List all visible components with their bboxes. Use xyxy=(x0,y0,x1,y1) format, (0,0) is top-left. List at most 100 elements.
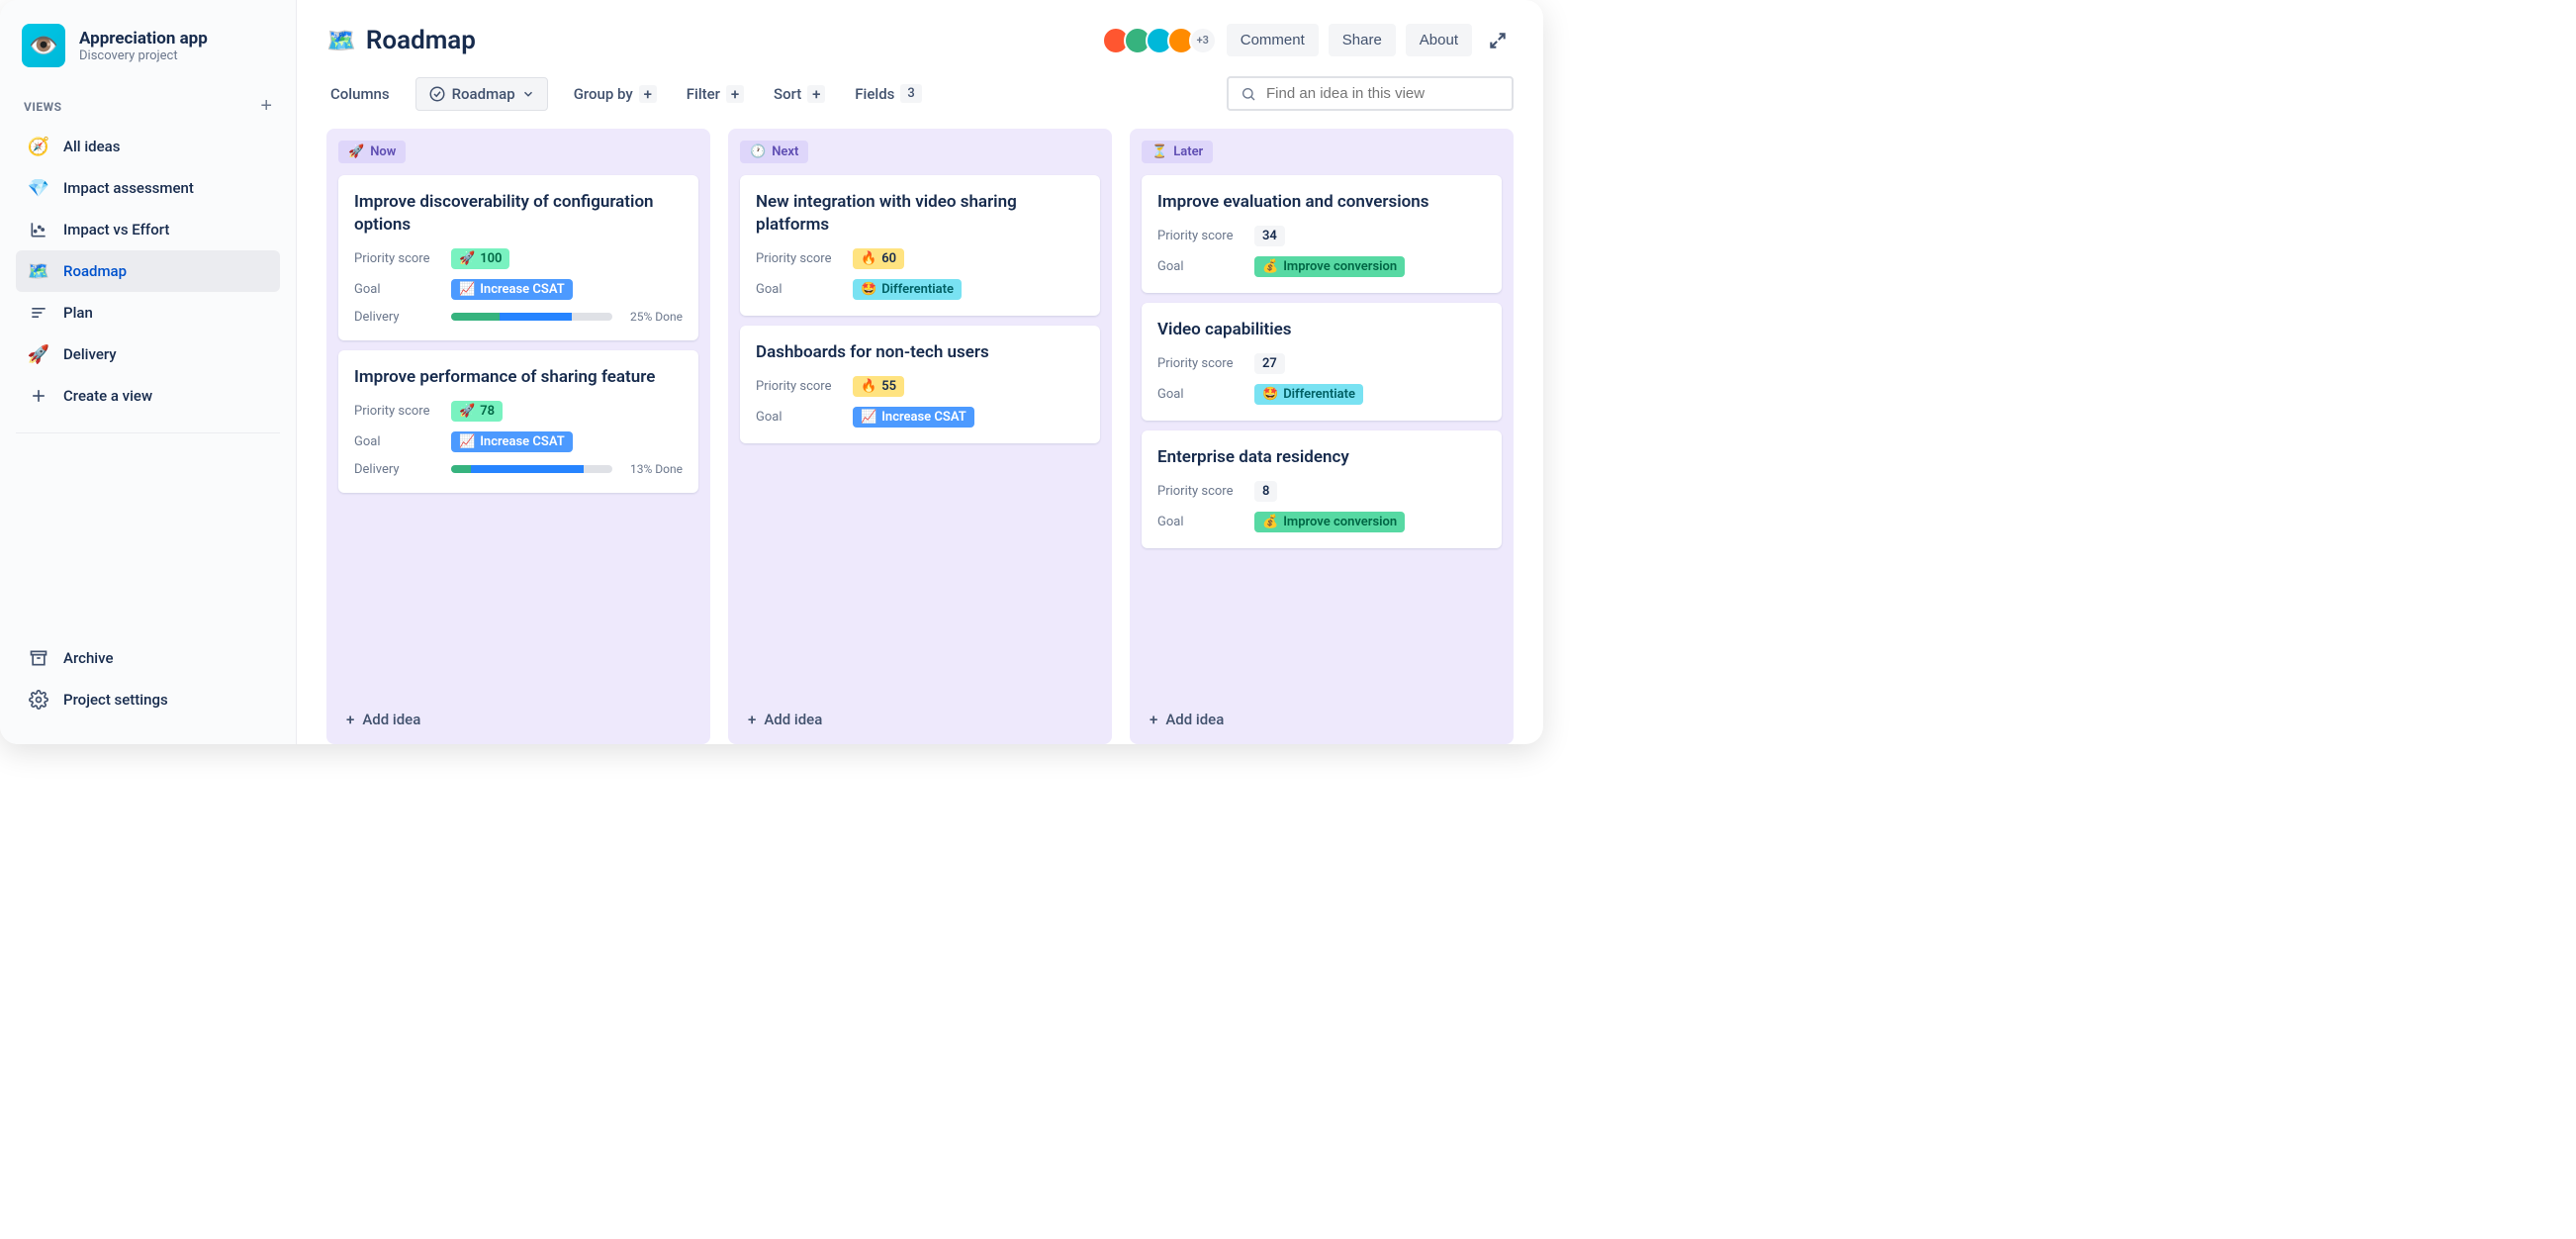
about-button[interactable]: About xyxy=(1406,24,1472,56)
card-title: Enterprise data residency xyxy=(1157,446,1486,469)
priority-value: 55 xyxy=(881,379,896,394)
priority-chip: 27 xyxy=(1254,353,1285,374)
plus-icon: + xyxy=(1150,711,1157,728)
goal-label: Improve conversion xyxy=(1283,259,1397,274)
goal-icon: 🤩 xyxy=(861,282,876,297)
idea-card[interactable]: Improve performance of sharing feature P… xyxy=(338,350,698,493)
sort-button[interactable]: Sort + xyxy=(770,79,829,109)
sidebar-item-label: Project settings xyxy=(63,691,168,709)
add-idea-label: Add idea xyxy=(1165,711,1224,728)
goal-chip: 📈 Increase CSAT xyxy=(853,407,974,428)
goal-chip: 🤩 Differentiate xyxy=(1254,384,1363,405)
plus-icon: + xyxy=(639,85,657,103)
field-label: Delivery xyxy=(354,462,441,477)
delivery-row: Delivery 13% Done xyxy=(354,462,683,477)
column-name: Next xyxy=(772,144,798,159)
field-label: Goal xyxy=(756,282,843,297)
idea-card[interactable]: Improve discoverability of configuration… xyxy=(338,175,698,340)
group-by-button[interactable]: Group by + xyxy=(570,79,661,109)
sidebar-item-create-a-view[interactable]: Create a view xyxy=(16,375,280,417)
sidebar-item-label: Delivery xyxy=(63,345,117,363)
chevron-down-icon xyxy=(521,87,535,101)
priority-value: 34 xyxy=(1262,229,1277,243)
idea-card[interactable]: Enterprise data residency Priority score… xyxy=(1142,430,1502,548)
delivery-row: Delivery 25% Done xyxy=(354,310,683,325)
bottom-nav: Archive Project settings xyxy=(16,637,280,720)
goal-label: Improve conversion xyxy=(1283,515,1397,529)
priority-value: 100 xyxy=(480,251,502,266)
share-button[interactable]: Share xyxy=(1329,24,1396,56)
filter-button[interactable]: Filter + xyxy=(683,79,748,109)
sidebar-item-settings[interactable]: Project settings xyxy=(16,679,280,720)
sidebar-item-impact-vs-effort[interactable]: Impact vs Effort xyxy=(16,209,280,250)
avatar-stack[interactable]: +3 xyxy=(1108,27,1217,54)
sidebar-item-label: Impact vs Effort xyxy=(63,221,169,238)
add-idea-button[interactable]: + Add idea xyxy=(1142,699,1502,732)
gear-icon xyxy=(28,689,49,711)
goal-chip: 📈 Increase CSAT xyxy=(451,431,573,452)
project-icon: 👁️ xyxy=(22,24,65,67)
column-name: Now xyxy=(370,144,396,159)
sidebar-item-all-ideas[interactable]: 🧭All ideas xyxy=(16,126,280,167)
sidebar-item-roadmap[interactable]: 🗺️Roadmap xyxy=(16,250,280,292)
project-brand[interactable]: 👁️ Appreciation app Discovery project xyxy=(16,24,280,67)
add-idea-button[interactable]: +Add idea xyxy=(338,699,698,732)
topbar-right: +3 Comment Share About xyxy=(1108,24,1514,56)
add-view-button[interactable]: + xyxy=(260,95,272,118)
search-box[interactable] xyxy=(1227,76,1514,111)
card-title: New integration with video sharing platf… xyxy=(756,191,1084,237)
progress-text: 13% Done xyxy=(630,462,683,476)
goal-label: Differentiate xyxy=(881,282,954,297)
plus-icon: + xyxy=(807,85,825,103)
search-input[interactable] xyxy=(1266,85,1500,102)
field-label: Priority score xyxy=(756,379,843,394)
idea-card[interactable]: Dashboards for non-tech users Priority s… xyxy=(740,326,1100,443)
goal-row: Goal 💰 Improve conversion xyxy=(1157,512,1486,532)
idea-card[interactable]: Video capabilities Priority score 27 Goa… xyxy=(1142,303,1502,421)
sidebar-item-delivery[interactable]: 🚀Delivery xyxy=(16,334,280,375)
comment-button[interactable]: Comment xyxy=(1227,24,1319,56)
priority-chip: 🚀 78 xyxy=(451,401,503,422)
add-idea-label: Add idea xyxy=(362,711,420,728)
field-label: Delivery xyxy=(354,310,441,325)
priority-row: Priority score 27 xyxy=(1157,353,1486,374)
sidebar-item-plan[interactable]: Plan xyxy=(16,292,280,334)
fields-button[interactable]: Fields 3 xyxy=(851,78,926,109)
goal-label: Differentiate xyxy=(1283,387,1355,402)
goal-row: Goal 💰 Improve conversion xyxy=(1157,256,1486,277)
sidebar-item-label: Plan xyxy=(63,304,93,322)
goal-row: Goal 📈 Increase CSAT xyxy=(354,279,683,300)
goal-chip: 💰 Improve conversion xyxy=(1254,256,1405,277)
nav-icon xyxy=(28,302,49,324)
field-label: Priority score xyxy=(1157,356,1244,371)
sidebar-item-impact-assessment[interactable]: 💎Impact assessment xyxy=(16,167,280,209)
priority-chip: 8 xyxy=(1254,481,1277,502)
add-idea-label: Add idea xyxy=(764,711,822,728)
idea-card[interactable]: Improve evaluation and conversions Prior… xyxy=(1142,175,1502,293)
idea-card[interactable]: New integration with video sharing platf… xyxy=(740,175,1100,316)
columns-button[interactable]: Columns xyxy=(326,79,394,109)
search-icon xyxy=(1241,86,1256,102)
field-label: Goal xyxy=(1157,387,1244,402)
page-title-text: Roadmap xyxy=(366,26,476,55)
priority-chip: 🚀 100 xyxy=(451,248,509,269)
check-circle-icon xyxy=(428,85,446,103)
app-root: 👁️ Appreciation app Discovery project VI… xyxy=(0,0,1543,744)
field-label: Goal xyxy=(1157,259,1244,274)
topbar: 🗺️ Roadmap +3 Comment Share About xyxy=(326,24,1514,56)
add-idea-button[interactable]: +Add idea xyxy=(740,699,1100,732)
goal-icon: 💰 xyxy=(1262,515,1278,529)
expand-icon[interactable] xyxy=(1482,25,1514,56)
priority-row: Priority score 🚀 100 xyxy=(354,248,683,269)
goal-icon: 🤩 xyxy=(1262,387,1278,402)
avatar-overflow[interactable]: +3 xyxy=(1189,27,1217,54)
card-title: Improve performance of sharing feature xyxy=(354,366,683,389)
card-title: Video capabilities xyxy=(1157,319,1486,341)
column-icon: 🕐 xyxy=(750,144,766,159)
card-title: Improve discoverability of configuration… xyxy=(354,191,683,237)
sidebar-item-archive[interactable]: Archive xyxy=(16,637,280,679)
roadmap-filter-dropdown[interactable]: Roadmap xyxy=(415,77,548,111)
progress-inprogress xyxy=(471,465,584,473)
priority-value: 78 xyxy=(480,404,495,419)
progress-bar xyxy=(451,465,612,473)
